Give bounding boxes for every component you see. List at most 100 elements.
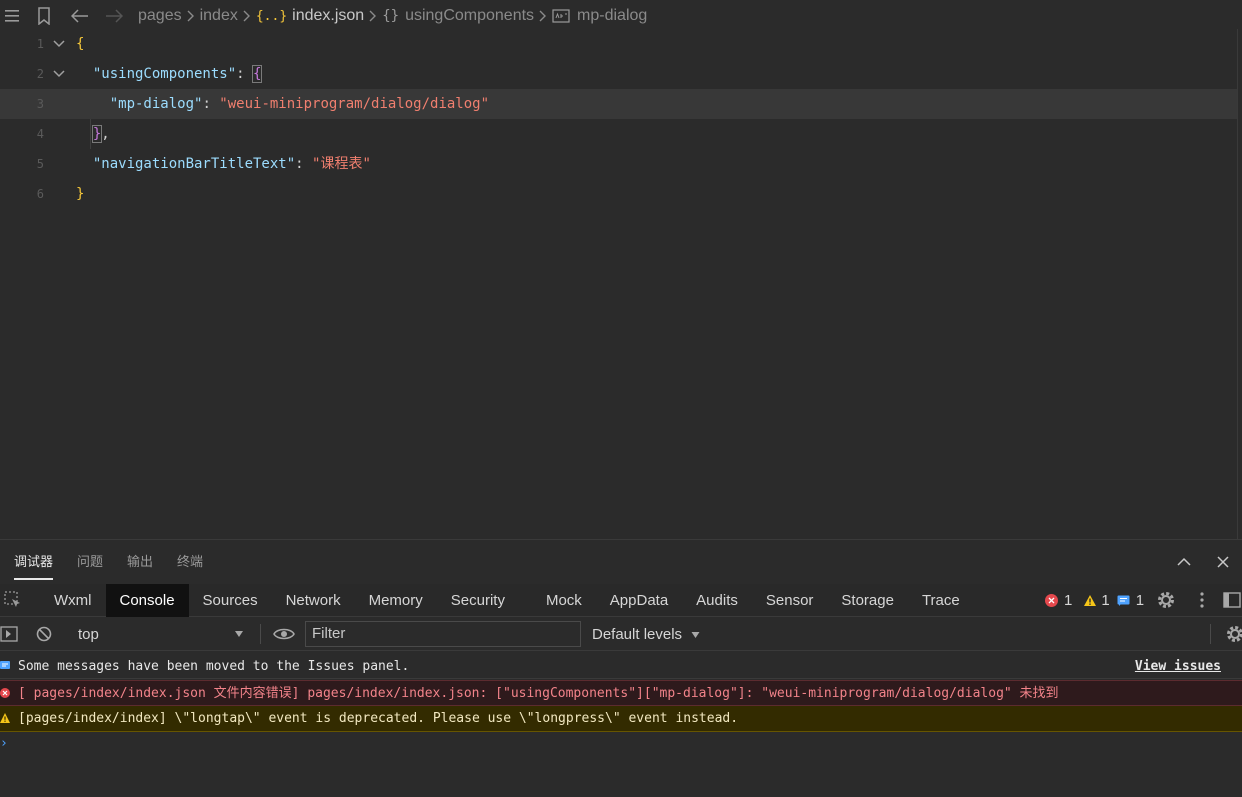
code-line-active[interactable]: 3 "mp-dialog": "weui-miniprogram/dialog/… [0, 89, 1237, 119]
close-icon[interactable] [1211, 550, 1235, 574]
bookmark-icon[interactable] [32, 4, 56, 28]
code-editor[interactable]: 1 { 2 "usingComponents": { 3 "mp-dialog"… [0, 29, 1242, 539]
console-settings-gear-icon[interactable] [1225, 624, 1242, 644]
warning-triangle-icon [0, 713, 10, 723]
tab-output[interactable]: 输出 [127, 540, 153, 584]
context-selector[interactable]: top [78, 626, 228, 643]
warning-count: 1 [1101, 592, 1110, 609]
console-prompt[interactable]: › [0, 736, 8, 751]
dropdown-arrow-icon [691, 631, 700, 639]
console-message-error[interactable]: [ pages/index/index.json 文件内容错误] pages/i… [0, 680, 1242, 706]
code-line[interactable]: 1 { [0, 29, 1237, 59]
toolbar-divider [1210, 624, 1211, 644]
tab-security[interactable]: Security [437, 584, 532, 617]
info-count: 1 [1135, 592, 1145, 609]
hamburger-menu-icon[interactable] [0, 4, 24, 28]
view-issues-link[interactable]: View issues [1135, 654, 1221, 679]
line-number: 5 [36, 157, 44, 171]
line-number: 6 [36, 187, 44, 201]
tab-console[interactable]: Console [105, 583, 189, 617]
chevron-right-icon [184, 9, 198, 23]
tab-mock[interactable]: Mock [532, 584, 596, 617]
fold-chevron-down-icon[interactable] [52, 67, 66, 81]
clear-console-icon[interactable] [36, 624, 56, 644]
tab-terminal[interactable]: 终端 [177, 540, 203, 584]
warning-message-text: [pages/index/index] \"longtap\" event is… [18, 711, 739, 726]
code-text: "usingComponents": { [76, 59, 263, 89]
dropdown-arrow-icon[interactable] [234, 630, 244, 638]
code-line[interactable]: 4 }, [0, 119, 1237, 149]
toolbar-divider [260, 624, 261, 644]
fold-chevron-down-icon[interactable] [52, 37, 66, 51]
log-levels-dropdown[interactable]: Default levels [592, 618, 700, 651]
code-text: } [76, 179, 84, 209]
code-text: }, [76, 119, 110, 149]
devtools-tab-bar: Wxml Console Sources Network Memory Secu… [0, 583, 1242, 617]
error-circle-icon [1045, 594, 1058, 607]
console-message-warning[interactable]: [pages/index/index] \"longtap\" event is… [0, 706, 1242, 732]
breadcrumb-item-index[interactable]: index [200, 7, 238, 25]
tab-trace[interactable]: Trace [908, 584, 974, 617]
filter-input[interactable]: Filter [305, 621, 581, 647]
json-key: "navigationBarTitleText" [92, 156, 296, 172]
breadcrumb-item-index-json[interactable]: index.json [292, 7, 364, 25]
brace-open: { [251, 65, 263, 83]
code-text: "navigationBarTitleText": "课程表" [76, 149, 371, 179]
tab-memory[interactable]: Memory [355, 584, 437, 617]
inspect-element-icon[interactable] [0, 584, 26, 617]
json-colon: : [236, 66, 254, 82]
tab-debugger[interactable]: 调试器 [14, 540, 54, 584]
tab-sensor[interactable]: Sensor [752, 584, 828, 617]
info-message-icon [0, 661, 10, 671]
line-number: 3 [36, 97, 44, 111]
code-line[interactable]: 5 "navigationBarTitleText": "课程表" [0, 149, 1237, 179]
sidebar-toggle-icon[interactable] [0, 624, 20, 644]
forward-arrow-icon[interactable] [102, 4, 126, 28]
editor-breadcrumb-bar: pages index {..} index.json {} usingComp… [0, 0, 1242, 32]
tab-storage[interactable]: Storage [827, 584, 908, 617]
tab-network[interactable]: Network [272, 584, 355, 617]
json-braces-icon: {..} [255, 8, 288, 24]
tab-problems[interactable]: 问题 [77, 540, 103, 584]
code-line[interactable]: 2 "usingComponents": { [0, 59, 1237, 89]
tab-appdata[interactable]: AppData [596, 584, 682, 617]
eye-icon[interactable] [273, 627, 295, 641]
json-string-value: "weui-miniprogram/dialog/dialog" [219, 96, 490, 112]
editor-scrollbar[interactable] [1237, 29, 1242, 539]
code-text: { [76, 29, 84, 59]
console-message-info: Some messages have been moved to the Iss… [0, 654, 1242, 679]
json-comma: , [101, 126, 110, 142]
json-key: "usingComponents" [92, 66, 237, 82]
chevron-right-icon [366, 9, 380, 23]
line-number: 1 [36, 37, 44, 51]
code-line[interactable]: 6 } [0, 179, 1237, 209]
error-message-text: [ pages/index/index.json 文件内容错误] pages/i… [18, 686, 1059, 701]
info-message-text: Some messages have been moved to the Iss… [18, 659, 410, 674]
breadcrumb-item-pages[interactable]: pages [138, 7, 182, 25]
error-circle-icon [0, 688, 10, 698]
line-number: 2 [36, 67, 44, 81]
json-key: "mp-dialog" [109, 96, 203, 112]
log-levels-label: Default levels [592, 626, 683, 643]
breadcrumb-item-mp-dialog[interactable]: mp-dialog [577, 7, 647, 25]
object-braces-icon: {} [382, 8, 400, 24]
json-string-value: "课程表" [312, 156, 371, 172]
back-arrow-icon[interactable] [68, 4, 92, 28]
tab-sources[interactable]: Sources [189, 584, 272, 617]
chevron-up-icon[interactable] [1172, 550, 1196, 574]
dock-side-icon[interactable] [1222, 588, 1242, 612]
gear-icon[interactable] [1154, 588, 1178, 612]
code-text: "mp-dialog": "weui-miniprogram/dialog/di… [76, 89, 489, 119]
info-message-icon [1117, 595, 1130, 607]
tab-wxml[interactable]: Wxml [40, 584, 106, 617]
json-colon: : [295, 156, 313, 172]
error-count: 1 [1064, 592, 1073, 609]
issue-counts[interactable]: 1 1 1 [1045, 584, 1144, 617]
more-vertical-icon[interactable] [1190, 588, 1214, 612]
string-abc-icon [552, 9, 570, 23]
warning-triangle-icon [1083, 594, 1097, 607]
chevron-right-icon [240, 9, 254, 23]
chevron-right-icon [536, 9, 550, 23]
tab-audits[interactable]: Audits [682, 584, 752, 617]
breadcrumb-item-usingcomponents[interactable]: usingComponents [405, 7, 534, 25]
